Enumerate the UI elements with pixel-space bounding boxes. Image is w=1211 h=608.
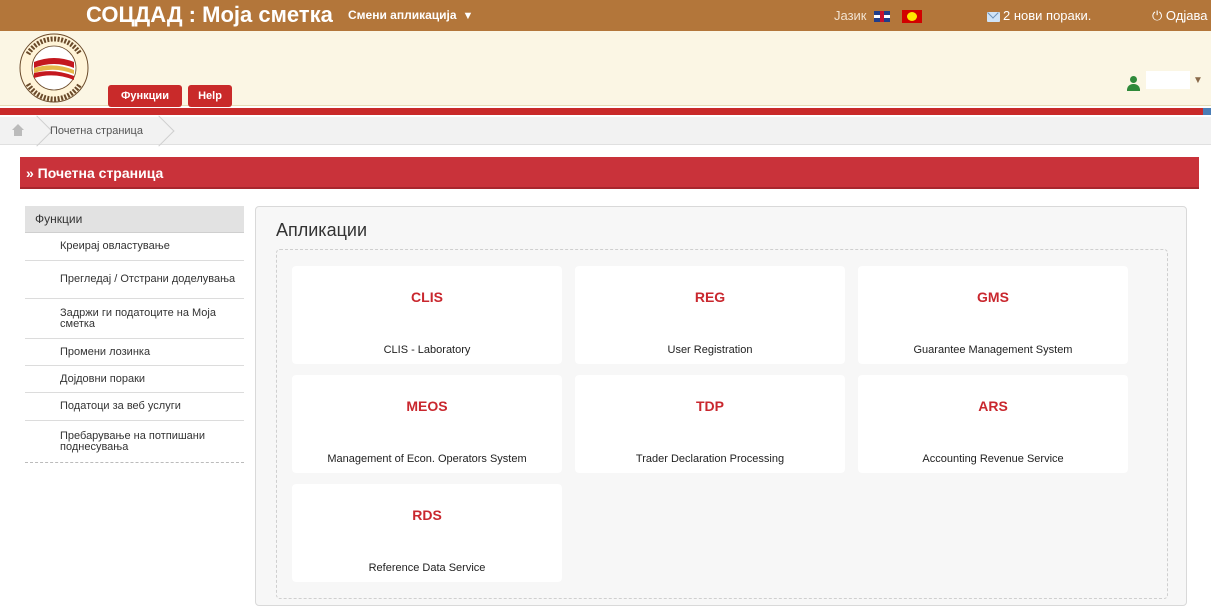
power-icon: ⏻ <box>1152 8 1163 23</box>
sidebar-item-change-password[interactable]: Промени лозинка <box>25 339 244 366</box>
app-code: REG <box>694 289 726 305</box>
breadcrumb-separator <box>143 115 175 147</box>
header-divider <box>0 108 1211 115</box>
app-name: Trader Declaration Processing <box>635 453 785 465</box>
sidebar-item-web-services[interactable]: Податоци за веб услуги <box>25 393 244 421</box>
header: Функции Help ▼ <box>0 31 1211 107</box>
breadcrumb-current[interactable]: Почетна страница <box>50 125 143 137</box>
functions-button[interactable]: Функции <box>108 85 182 107</box>
sidebar: Функции Креирај овластување Прегледај / … <box>25 206 244 463</box>
app-code: MEOS <box>406 398 448 414</box>
app-code: CLIS <box>411 289 443 305</box>
app-name: Reference Data Service <box>368 562 486 574</box>
app-card-tdp[interactable]: TDP Trader Declaration Processing <box>575 375 845 473</box>
applications-panel: Апликации CLIS CLIS - Laboratory REG Use… <box>255 206 1187 606</box>
app-name: Management of Econ. Operators System <box>327 453 527 465</box>
app-card-gms[interactable]: GMS Guarantee Management System <box>858 266 1128 364</box>
app-title: СОЦДАД : Моја сметка <box>86 2 333 27</box>
logout-link[interactable]: ⏻ Одјава <box>1152 8 1207 24</box>
user-name[interactable] <box>1146 71 1190 89</box>
app-card-clis[interactable]: CLIS CLIS - Laboratory <box>292 266 562 364</box>
app-card-rds[interactable]: RDS Reference Data Service <box>292 484 562 582</box>
flag-mk-icon[interactable] <box>901 10 922 24</box>
mail-icon <box>987 11 1000 22</box>
flag-uk-icon[interactable] <box>874 11 891 23</box>
switch-app-dropdown[interactable]: Смени апликација ▼ <box>348 8 473 22</box>
language-selector: Јазик <box>834 8 922 24</box>
app-name: User Registration <box>667 344 753 356</box>
language-label: Јазик <box>834 8 867 23</box>
sidebar-item-view-remove-assignments[interactable]: Прегледај / Отстрани доделувања <box>25 261 244 299</box>
sidebar-header[interactable]: Функции <box>25 206 244 233</box>
app-name: CLIS - Laboratory <box>383 344 471 356</box>
messages-text: 2 нови пораки. <box>1003 8 1092 23</box>
page-title: » Почетна страница <box>20 157 1199 189</box>
sidebar-item-create-authorization[interactable]: Креирај овластување <box>25 233 244 261</box>
app-code: RDS <box>412 507 442 523</box>
applications-title: Апликации <box>276 220 368 240</box>
customs-logo <box>19 33 89 103</box>
breadcrumb: Почетна страница <box>0 115 1211 147</box>
app-code: GMS <box>977 289 1009 305</box>
applications-grid: CLIS CLIS - Laboratory REG User Registra… <box>276 249 1168 599</box>
help-button[interactable]: Help <box>188 85 232 107</box>
caret-down-icon: ▼ <box>462 10 474 22</box>
caret-down-icon[interactable]: ▼ <box>1193 75 1203 86</box>
messages-link[interactable]: 2 нови пораки. <box>987 8 1091 23</box>
app-name: Accounting Revenue Service <box>922 453 1064 465</box>
switch-app-label: Смени апликација <box>348 8 457 22</box>
sidebar-item-search-submissions[interactable]: Пребарување на потпишани поднесувања <box>25 421 244 463</box>
top-bar: СОЦДАД : Моја сметка Смени апликација ▼ Ј… <box>0 0 1211 31</box>
app-card-meos[interactable]: MEOS Management of Econ. Operators Syste… <box>292 375 562 473</box>
app-name: Guarantee Management System <box>913 344 1073 356</box>
app-card-ars[interactable]: ARS Accounting Revenue Service <box>858 375 1128 473</box>
breadcrumb-separator <box>21 115 53 147</box>
app-code: TDP <box>696 398 724 414</box>
user-icon[interactable] <box>1127 76 1140 92</box>
app-code: ARS <box>978 398 1008 414</box>
sidebar-item-keep-account-data[interactable]: Задржи ги податоците на Моја сметка <box>25 299 244 339</box>
app-card-reg[interactable]: REG User Registration <box>575 266 845 364</box>
sidebar-item-inbox[interactable]: Дојдовни пораки <box>25 366 244 393</box>
logout-label: Одјава <box>1165 8 1208 23</box>
